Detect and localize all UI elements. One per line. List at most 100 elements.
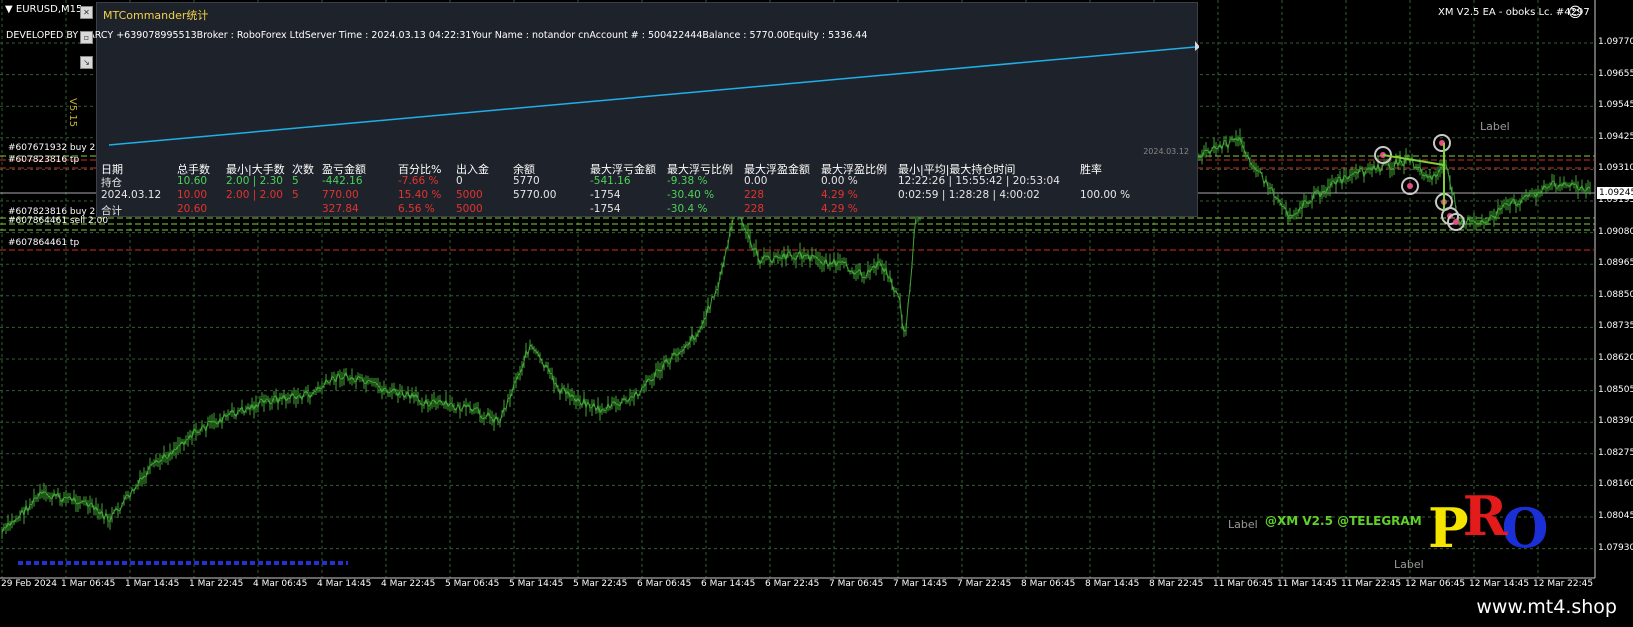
cell: 0 <box>456 175 463 187</box>
cell: -1754 <box>590 203 621 215</box>
time-tick: 4 Mar 22:45 <box>381 579 436 589</box>
current-price-badge: 1.09245 <box>1597 187 1633 199</box>
logo-p: P <box>1428 496 1469 560</box>
time-tick: 1 Mar 14:45 <box>125 579 180 589</box>
price-axis[interactable]: 1.09770 1.09655 1.09545 1.09425 1.09310 1.091… <box>1595 0 1633 578</box>
smiley-icon[interactable]: ☺ <box>1568 5 1583 21</box>
cell: 5770.00 <box>513 189 557 201</box>
time-tick: 11 Mar 14:45 <box>1277 579 1338 589</box>
price-tick: 1.08275 <box>1598 447 1633 458</box>
cell: 2024.03.12 <box>101 189 162 201</box>
time-tick: 8 Mar 06:45 <box>1021 579 1076 589</box>
watermark-site: www.mt4.shop <box>1476 596 1617 618</box>
price-tick: 1.08045 <box>1598 511 1633 521</box>
price-tick: 1.08390 <box>1598 416 1633 427</box>
cell: 0.00 % <box>821 175 858 187</box>
time-tick: 11 Mar 22:45 <box>1341 579 1402 589</box>
trade-marker-dot <box>1453 219 1459 225</box>
close-panel-button[interactable]: ✕ <box>80 6 93 19</box>
price-tick: 1.09310 <box>1598 163 1633 174</box>
time-tick: 1 Mar 22:45 <box>189 579 244 589</box>
cell: 0:02:59 | 1:28:28 | 4:00:02 <box>898 189 1040 201</box>
price-tick: 1.09425 <box>1598 131 1633 142</box>
cell: -30.40 % <box>667 189 715 201</box>
cell: 0.00 <box>744 175 768 187</box>
time-tick: 4 Mar 06:45 <box>253 579 308 589</box>
cell: -1754 <box>590 189 621 201</box>
cell: 5 <box>292 175 299 187</box>
trade-label-tp-2: #607864461 tp <box>8 238 80 248</box>
time-tick: 7 Mar 06:45 <box>829 579 884 589</box>
stats-table: 日期 总手数 最小|大手数 次数 盈亏金额 百分比% 出入金 余额 最大浮亏金额… <box>99 161 1195 217</box>
cell: -7.66 % <box>398 175 439 187</box>
stats-header-row: 日期 总手数 最小|大手数 次数 盈亏金额 百分比% 出入金 余额 最大浮亏金额… <box>99 161 1195 176</box>
cell: -30.4 % <box>667 203 708 215</box>
symbol-label[interactable]: ▼ EURUSD,M15 <box>5 4 82 15</box>
price-tick: 1.08850 <box>1598 289 1633 300</box>
cell: 合计 <box>101 205 122 217</box>
time-tick: 7 Mar 22:45 <box>957 579 1012 589</box>
time-tick: 7 Mar 14:45 <box>893 579 948 589</box>
panel-toolbar: ✕ ▫ ↘ <box>80 6 94 81</box>
price-tick: 1.08160 <box>1598 479 1633 490</box>
time-tick: 29 Feb 2024 <box>1 579 58 589</box>
logo-o: O <box>1501 496 1549 560</box>
cell: 2.00 | 2.30 <box>226 175 283 187</box>
cell: 4.29 % <box>821 203 858 215</box>
trade-label-buy-1: #607671932 buy 2.00 <box>8 143 110 153</box>
chart-label-3: Label <box>1394 558 1424 571</box>
price-tick: 1.09770 <box>1598 37 1633 47</box>
time-tick: 8 Mar 22:45 <box>1149 579 1204 589</box>
blue-dash-bar <box>18 561 348 565</box>
cell: 5000 <box>456 189 483 201</box>
trade-label-tp-1: #607823816 tp <box>8 155 80 165</box>
cell: 10.60 <box>177 175 208 187</box>
cell: 10.00 <box>177 189 208 201</box>
cell: -442.16 <box>322 175 363 187</box>
minimize-panel-button[interactable]: ▫ <box>80 31 93 44</box>
stats-row-day: 2024.03.12 10.00 2.00 | 2.00 5 770.00 15… <box>99 189 1195 203</box>
time-axis[interactable]: 29 Feb 2024 1 Mar 06:45 1 Mar 14:45 1 Mar 2… <box>0 578 1595 592</box>
price-tick: 1.08505 <box>1598 384 1633 395</box>
equity-end-marker <box>1195 41 1199 51</box>
time-tick: 12 Mar 06:45 <box>1405 579 1466 589</box>
version-label: V5.15 <box>67 98 78 128</box>
time-tick: 5 Mar 14:45 <box>509 579 564 589</box>
chart-label-1: Label <box>1480 120 1510 133</box>
time-tick: 12 Mar 22:45 <box>1533 579 1594 589</box>
cell: 770.00 <box>322 189 359 201</box>
time-tick: 6 Mar 22:45 <box>765 579 820 589</box>
time-tick: 5 Mar 22:45 <box>573 579 628 589</box>
price-tick: 1.09080 <box>1598 226 1633 237</box>
cell: 持仓 <box>101 177 122 189</box>
logo-r: R <box>1462 484 1508 548</box>
cell: 5000 <box>456 203 483 215</box>
cell: 327.84 <box>322 203 359 215</box>
cell: 5770 <box>513 175 540 187</box>
time-tick: 5 Mar 06:45 <box>445 579 500 589</box>
cell: 2.00 | 2.00 <box>226 189 283 201</box>
price-tick: 1.08965 <box>1598 258 1633 269</box>
footer-bar: www.mt4.shop <box>0 592 1633 627</box>
trade-label-sell-1: #607864461 sell 2.00 <box>8 216 109 226</box>
time-tick: 8 Mar 14:45 <box>1085 579 1140 589</box>
stats-row-open: 持仓 10.60 2.00 | 2.30 5 -442.16 -7.66 % 0… <box>99 175 1195 189</box>
cell: 5 <box>292 189 299 201</box>
cell: 20.60 <box>177 203 208 215</box>
time-tick: 6 Mar 06:45 <box>637 579 692 589</box>
price-tick: 1.07930 <box>1598 542 1633 553</box>
time-tick: 4 Mar 14:45 <box>317 579 372 589</box>
price-tick: 1.08620 <box>1598 353 1633 363</box>
trade-markers <box>1374 134 1465 231</box>
chart-label-2: Label <box>1228 518 1258 531</box>
cell: -541.16 <box>590 175 631 187</box>
cell: -9.38 % <box>667 175 708 187</box>
equity-line <box>108 46 1196 146</box>
account-info-line: DEVELOPED BY HARCY +639078995513Broker :… <box>6 30 868 41</box>
price-tick: 1.09545 <box>1598 100 1633 111</box>
cell: 6.56 % <box>398 203 435 215</box>
trade-marker-dot <box>1407 183 1413 189</box>
cell: 228 <box>744 189 765 201</box>
expand-panel-button[interactable]: ↘ <box>80 56 93 69</box>
cell: 4.29 % <box>821 189 858 201</box>
